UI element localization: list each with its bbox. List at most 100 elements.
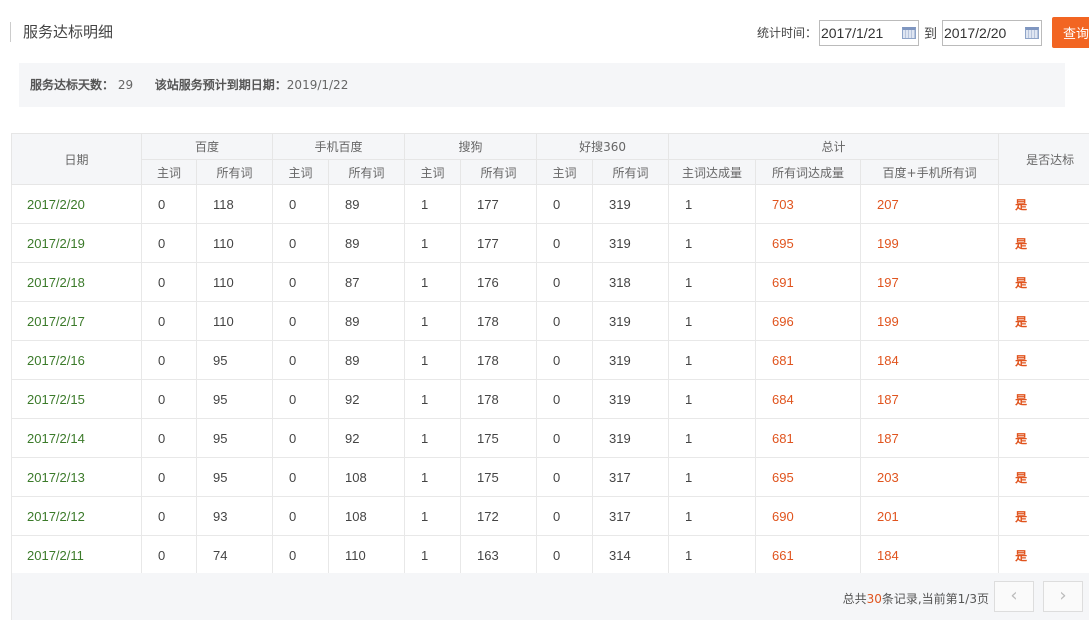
cell-haosou-all: 319 — [592, 418, 670, 458]
table-row: 2017/2/15 0 95 0 92 1 178 0 319 1 684 187 是 — [11, 379, 1089, 419]
cell-haosou-all: 319 — [592, 184, 670, 224]
query-button[interactable]: 查询 — [1052, 17, 1089, 48]
cell-date: 2017/2/14 — [11, 418, 142, 458]
cell-haosou-main: 0 — [536, 184, 594, 224]
cell-mobile-main: 0 — [272, 262, 330, 302]
cell-date: 2017/2/18 — [11, 262, 142, 302]
cell-baidu-main: 0 — [141, 301, 197, 341]
subheader-main: 主词 — [404, 159, 462, 185]
cell-haosou-all: 317 — [592, 496, 670, 536]
cell-sogou-all: 172 — [460, 496, 538, 536]
cell-baidu-all: 110 — [196, 301, 274, 341]
cell-haosou-main: 0 — [536, 223, 594, 263]
cell-total-all-reached: 681 — [755, 418, 862, 458]
cell-total-main-reached: 1 — [668, 457, 757, 497]
cell-baidu-all: 110 — [196, 262, 274, 302]
header-reached: 是否达标 — [998, 133, 1089, 185]
cell-sogou-all: 177 — [460, 184, 538, 224]
cell-total-main-reached: 1 — [668, 301, 757, 341]
cell-mobile-main: 0 — [272, 223, 330, 263]
start-date-input[interactable]: 2017/1/21 — [818, 19, 919, 46]
cell-date: 2017/2/13 — [11, 457, 142, 497]
cell-sogou-all: 178 — [460, 379, 538, 419]
cell-total-all-reached: 703 — [755, 184, 862, 224]
cell-total-baidu-mobile: 199 — [860, 223, 1000, 263]
header-baidu: 百度 — [140, 133, 274, 160]
cell-total-baidu-mobile: 203 — [860, 457, 1000, 497]
cell-haosou-main: 0 — [536, 301, 594, 341]
cell-haosou-all: 319 — [592, 340, 670, 380]
cell-sogou-main: 1 — [404, 535, 462, 575]
pagination: 总共30条记录,当前第1/3页 ‹ › — [11, 573, 1089, 620]
calendar-icon[interactable] — [1025, 26, 1039, 39]
cell-total-baidu-mobile: 187 — [860, 418, 1000, 458]
days-label: 服务达标天数： — [30, 78, 115, 92]
cell-sogou-main: 1 — [404, 496, 462, 536]
title-divider — [10, 22, 11, 42]
cell-sogou-main: 1 — [404, 379, 462, 419]
cell-total-all-reached: 696 — [755, 301, 862, 341]
cell-total-main-reached: 1 — [668, 184, 757, 224]
chevron-left-icon: ‹ — [1010, 585, 1018, 606]
cell-total-all-reached: 690 — [755, 496, 862, 536]
cell-total-all-reached: 695 — [755, 223, 862, 263]
cell-reached: 是 — [998, 496, 1089, 536]
start-date-value: 2017/1/21 — [820, 24, 884, 41]
prev-page-button[interactable]: ‹ — [994, 581, 1034, 612]
header-haosou: 好搜360 — [536, 133, 670, 160]
cell-total-all-reached: 681 — [755, 340, 862, 380]
cell-sogou-all: 176 — [460, 262, 538, 302]
header-sogou: 搜狗 — [404, 133, 538, 160]
cell-mobile-all: 110 — [328, 535, 406, 575]
days-value: 29 — [117, 78, 134, 92]
table-row: 2017/2/13 0 95 0 108 1 175 0 317 1 695 203 是 — [11, 457, 1089, 497]
end-date-input[interactable]: 2017/2/20 — [942, 19, 1042, 46]
cell-date: 2017/2/11 — [11, 535, 142, 575]
cell-sogou-all: 163 — [460, 535, 538, 575]
next-page-button[interactable]: › — [1043, 581, 1083, 612]
cell-mobile-main: 0 — [272, 301, 330, 341]
cell-baidu-main: 0 — [141, 340, 197, 380]
cell-total-main-reached: 1 — [668, 223, 757, 263]
cell-mobile-main: 0 — [272, 457, 330, 497]
cell-total-baidu-mobile: 187 — [860, 379, 1000, 419]
cell-total-baidu-mobile: 184 — [860, 535, 1000, 575]
pager-suffix: 条记录,当前第1/3页 — [881, 592, 989, 606]
cell-mobile-all: 108 — [328, 496, 406, 536]
subheader-baidu-mobile-all: 百度+手机所有词 — [860, 159, 1000, 185]
cell-total-main-reached: 1 — [668, 418, 757, 458]
cell-reached: 是 — [998, 223, 1089, 263]
cell-reached: 是 — [998, 418, 1089, 458]
cell-sogou-main: 1 — [404, 418, 462, 458]
cell-mobile-all: 89 — [328, 340, 406, 380]
subheader-all: 所有词 — [460, 159, 538, 185]
cell-date: 2017/2/16 — [11, 340, 142, 380]
detail-table: 日期 百度 手机百度 搜狗 好搜360 总计 是否达标 主词 所有词 主词 所有… — [11, 133, 1089, 575]
cell-sogou-main: 1 — [404, 223, 462, 263]
cell-total-baidu-mobile: 201 — [860, 496, 1000, 536]
table-row: 2017/2/20 0 118 0 89 1 177 0 319 1 703 207 是 — [11, 184, 1089, 224]
table-row: 2017/2/11 0 74 0 110 1 163 0 314 1 661 184 是 — [11, 535, 1089, 575]
date-filter: 统计时间： 2017/1/21 到 2017/2/20 查询 — [757, 17, 1089, 48]
cell-haosou-all: 314 — [592, 535, 670, 575]
cell-baidu-all: 95 — [196, 379, 274, 419]
cell-mobile-all: 89 — [328, 184, 406, 224]
cell-mobile-all: 108 — [328, 457, 406, 497]
table-row: 2017/2/17 0 110 0 89 1 178 0 319 1 696 199 是 — [11, 301, 1089, 341]
cell-baidu-all: 93 — [196, 496, 274, 536]
cell-reached: 是 — [998, 262, 1089, 302]
cell-sogou-all: 178 — [460, 340, 538, 380]
header-mobile-baidu: 手机百度 — [272, 133, 406, 160]
cell-haosou-main: 0 — [536, 379, 594, 419]
cell-haosou-all: 319 — [592, 223, 670, 263]
calendar-icon[interactable] — [901, 26, 916, 39]
pager-prefix: 总共 — [842, 592, 867, 606]
to-label: 到 — [923, 27, 937, 42]
cell-haosou-main: 0 — [536, 496, 594, 536]
cell-mobile-main: 0 — [272, 340, 330, 380]
cell-sogou-all: 178 — [460, 301, 538, 341]
cell-sogou-all: 175 — [460, 457, 538, 497]
cell-sogou-all: 177 — [460, 223, 538, 263]
cell-total-main-reached: 1 — [668, 379, 757, 419]
cell-baidu-main: 0 — [141, 535, 197, 575]
